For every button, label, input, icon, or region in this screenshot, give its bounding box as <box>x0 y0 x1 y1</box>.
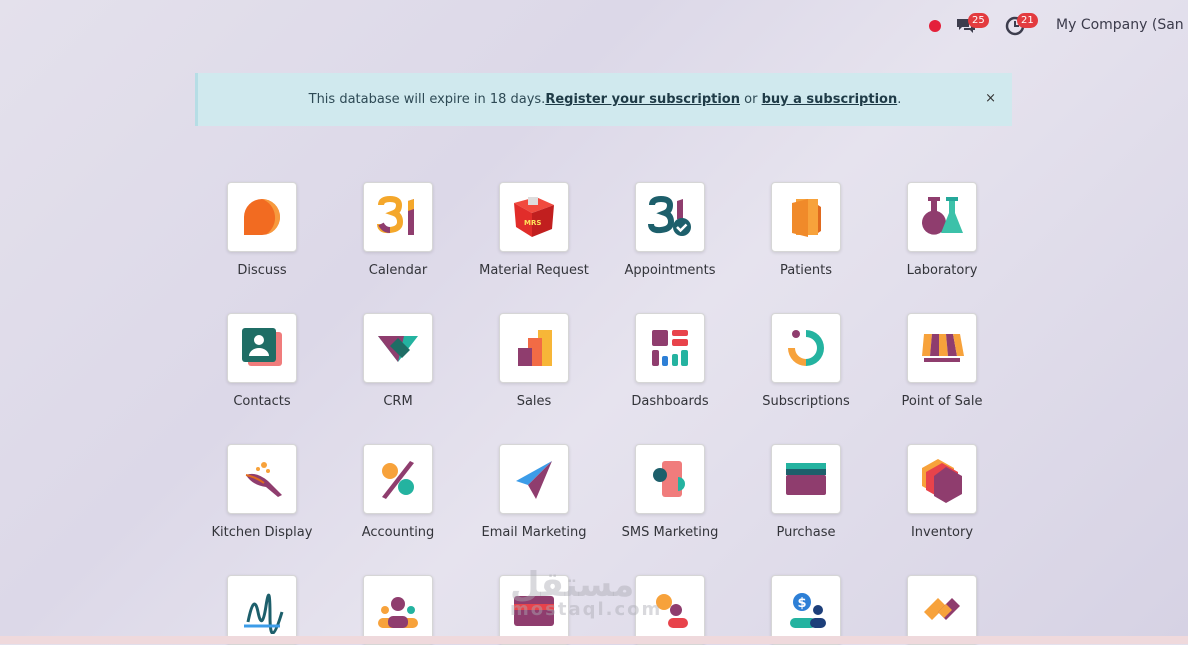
patients-icon <box>792 199 821 237</box>
material-request-icon: MRS <box>514 197 554 237</box>
database-expiration-banner: This database will expire in 18 days. Re… <box>195 73 1012 126</box>
app-accounting[interactable]: Accounting <box>330 444 466 540</box>
app-purchase[interactable]: Purchase <box>738 444 874 540</box>
svg-text:$: $ <box>798 596 807 611</box>
app-crm[interactable]: CRM <box>330 313 466 409</box>
employees-icon <box>378 597 418 628</box>
app-contacts[interactable]: Contacts <box>194 313 330 409</box>
watermark-latin: mostaql.com <box>510 599 663 620</box>
messages-count-badge: 25 <box>968 13 989 28</box>
appointments-icon <box>648 195 691 236</box>
app-label: Laboratory <box>906 263 978 278</box>
connector-icon <box>924 598 960 620</box>
app-label: Purchase <box>776 525 836 540</box>
app-label: CRM <box>383 394 413 409</box>
point-of-sale-icon <box>922 334 964 362</box>
banner-text-before: This database will expire in 18 days. <box>308 92 546 107</box>
app-calendar[interactable]: Calendar <box>330 182 466 278</box>
crm-icon <box>378 336 418 362</box>
banner-text-after: . <box>897 92 902 107</box>
dashboards-icon <box>652 330 688 366</box>
register-subscription-link[interactable]: Register your subscription <box>545 92 740 107</box>
inventory-icon <box>922 459 962 503</box>
app-kitchen-display[interactable]: Kitchen Display <box>194 444 330 540</box>
app-label: Calendar <box>368 263 428 278</box>
app-sales[interactable]: Sales <box>466 313 602 409</box>
app-point-of-sale[interactable]: Point of Sale <box>874 313 1010 409</box>
watermark-logo: مستقل mostaql.com <box>510 565 662 620</box>
accounting-icon <box>382 461 414 499</box>
app-email-marketing[interactable]: Email Marketing <box>466 444 602 540</box>
app-payroll[interactable]: $ <box>738 575 874 645</box>
app-material-request[interactable]: MRS Material Request <box>466 182 602 278</box>
app-sign[interactable] <box>194 575 330 645</box>
laboratory-icon <box>922 197 963 235</box>
app-label: Material Request <box>479 263 589 278</box>
buy-subscription-link[interactable]: buy a subscription <box>762 92 898 107</box>
sms-marketing-icon <box>653 461 685 497</box>
app-inventory[interactable]: Inventory <box>874 444 1010 540</box>
app-patients[interactable]: Patients <box>738 182 874 278</box>
company-switcher[interactable]: My Company (San Fra <box>1056 17 1188 33</box>
sign-icon <box>244 593 284 634</box>
top-navbar: 25 21 My Company (San Fra <box>0 0 1188 52</box>
app-label: Inventory <box>910 525 974 540</box>
payroll-icon: $ <box>790 593 826 628</box>
svg-text:MRS: MRS <box>524 219 541 227</box>
purchase-icon <box>786 463 826 495</box>
bottom-strip <box>0 636 1188 644</box>
app-label: Discuss <box>237 263 287 278</box>
app-label: Appointments <box>624 263 716 278</box>
banner-text-middle: or <box>740 92 762 107</box>
email-marketing-icon <box>516 461 552 499</box>
app-employees[interactable] <box>330 575 466 645</box>
app-dashboards[interactable]: Dashboards <box>602 313 738 409</box>
app-sms-marketing[interactable]: SMS Marketing <box>602 444 738 540</box>
kitchen-display-icon <box>245 462 282 497</box>
discuss-icon <box>244 199 281 235</box>
app-laboratory[interactable]: Laboratory <box>874 182 1010 278</box>
close-icon[interactable]: × <box>985 91 996 106</box>
app-label: Accounting <box>361 525 435 540</box>
app-label: Kitchen Display <box>211 525 313 540</box>
recording-indicator-icon[interactable] <box>929 20 941 32</box>
app-subscriptions[interactable]: Subscriptions <box>738 313 874 409</box>
app-label: Point of Sale <box>901 394 983 409</box>
app-label: Email Marketing <box>481 525 587 540</box>
app-label: Subscriptions <box>762 394 850 409</box>
app-label: Sales <box>516 394 552 409</box>
app-appointments[interactable]: Appointments <box>602 182 738 278</box>
calendar-icon <box>377 195 414 235</box>
subscriptions-icon <box>788 330 824 366</box>
app-label: SMS Marketing <box>621 525 719 540</box>
contacts-icon <box>242 328 282 366</box>
app-label: Patients <box>779 263 833 278</box>
app-discuss[interactable]: Discuss <box>194 182 330 278</box>
app-label: Dashboards <box>631 394 709 409</box>
activity-count-badge: 21 <box>1017 13 1038 28</box>
sales-icon <box>518 330 552 366</box>
app-label: Contacts <box>233 394 291 409</box>
app-connector[interactable] <box>874 575 1010 645</box>
